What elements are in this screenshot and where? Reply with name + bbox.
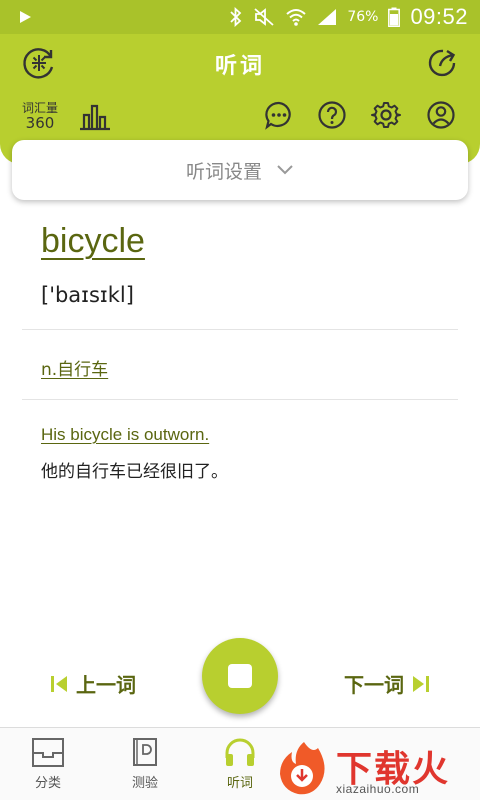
stats-button[interactable] [76,102,114,132]
folder-icon [32,738,64,767]
book-icon [133,738,157,766]
gear-icon [371,102,401,128]
watermark-url: xiazaihuo.com [336,782,420,796]
share-icon [428,49,456,77]
mute-icon [254,8,274,26]
bar-chart-icon [80,104,110,131]
nav-item-listen[interactable]: 听词 [210,736,270,791]
previous-word-label: 上一词 [76,673,136,697]
divider [22,329,458,330]
vocab-label: 词汇量 [21,101,58,115]
help-icon [318,101,346,129]
nav-label: 听词 [226,776,253,791]
help-button[interactable] [315,98,349,132]
nav-item-quiz[interactable]: 测验 [115,736,175,791]
profile-button[interactable] [424,98,458,132]
status-bar: 76% 09:52 [0,0,480,34]
battery-percent: 76% [347,9,379,25]
previous-word-button[interactable]: 上一词 [50,669,136,698]
wifi-icon [286,9,306,26]
chat-bubble-icon [265,101,291,130]
example-sentence-en[interactable]: His bicycle is outworn. [41,425,209,445]
word-phonetic: ['baɪsɪkl] [41,283,134,307]
next-word-button[interactable]: 下一词 [344,669,430,698]
skip-next-icon [413,675,429,692]
user-icon [427,101,455,129]
chevron-down-icon [277,165,293,175]
battery-icon [388,7,401,27]
page-title: 听词 [214,54,265,79]
example-sentence-cn: 他的自行车已经很旧了。 [41,462,228,482]
settings-dropdown-label: 听词设置 [185,160,262,183]
signal-icon [318,9,337,25]
stop-icon [228,664,252,688]
media-play-icon [20,11,31,23]
status-icons: 76% 09:52 [229,0,468,34]
clock: 09:52 [410,4,468,29]
vocab-count-block: 词汇量 360 [20,102,60,131]
word-meaning[interactable]: n.自行车 [41,355,108,380]
nav-item-category[interactable]: 分类 [18,736,78,791]
vocab-count: 360 [25,114,55,132]
flame-logo-icon [280,742,325,795]
chat-button[interactable] [262,98,296,132]
skip-previous-icon [51,675,67,692]
share-button[interactable] [424,44,462,82]
settings-button[interactable] [369,98,403,132]
watermark: 下载火 xiazaihuo.com [274,738,474,798]
headphones-icon [225,738,255,766]
word-text[interactable]: bicycle [41,222,145,261]
next-word-label: 下一词 [344,673,404,697]
nav-label: 测验 [131,776,158,791]
nav-label: 分类 [34,776,61,791]
stop-button[interactable] [202,638,278,714]
bluetooth-icon [230,7,242,27]
divider [22,399,458,400]
listen-settings-dropdown[interactable]: 听词设置 [12,140,468,200]
